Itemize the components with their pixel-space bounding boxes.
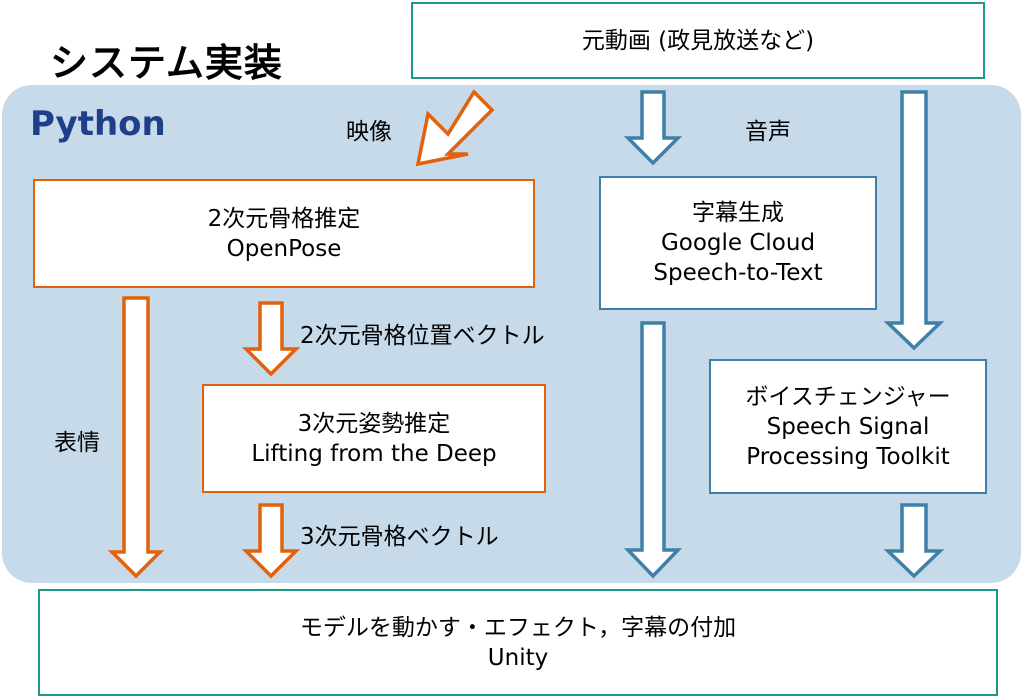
expression-arrow: [107, 296, 165, 579]
video-label: 映像: [346, 119, 392, 145]
voice-to-unity-arrow: [883, 503, 945, 579]
vec3d-arrow: [241, 503, 301, 579]
subtitle-to-unity-arrow: [623, 321, 683, 579]
vec3d-label: 3次元骨格ベクトル: [300, 524, 499, 550]
audio-arrow-subtitle: [623, 90, 683, 166]
expression-label: 表情: [54, 430, 100, 456]
audio-label: 音声: [745, 119, 791, 145]
video-arrow: [415, 89, 495, 167]
vec2d-arrow: [241, 301, 301, 377]
audio-arrow-voice: [883, 90, 945, 351]
vec2d-label: 2次元骨格位置ベクトル: [300, 323, 545, 349]
